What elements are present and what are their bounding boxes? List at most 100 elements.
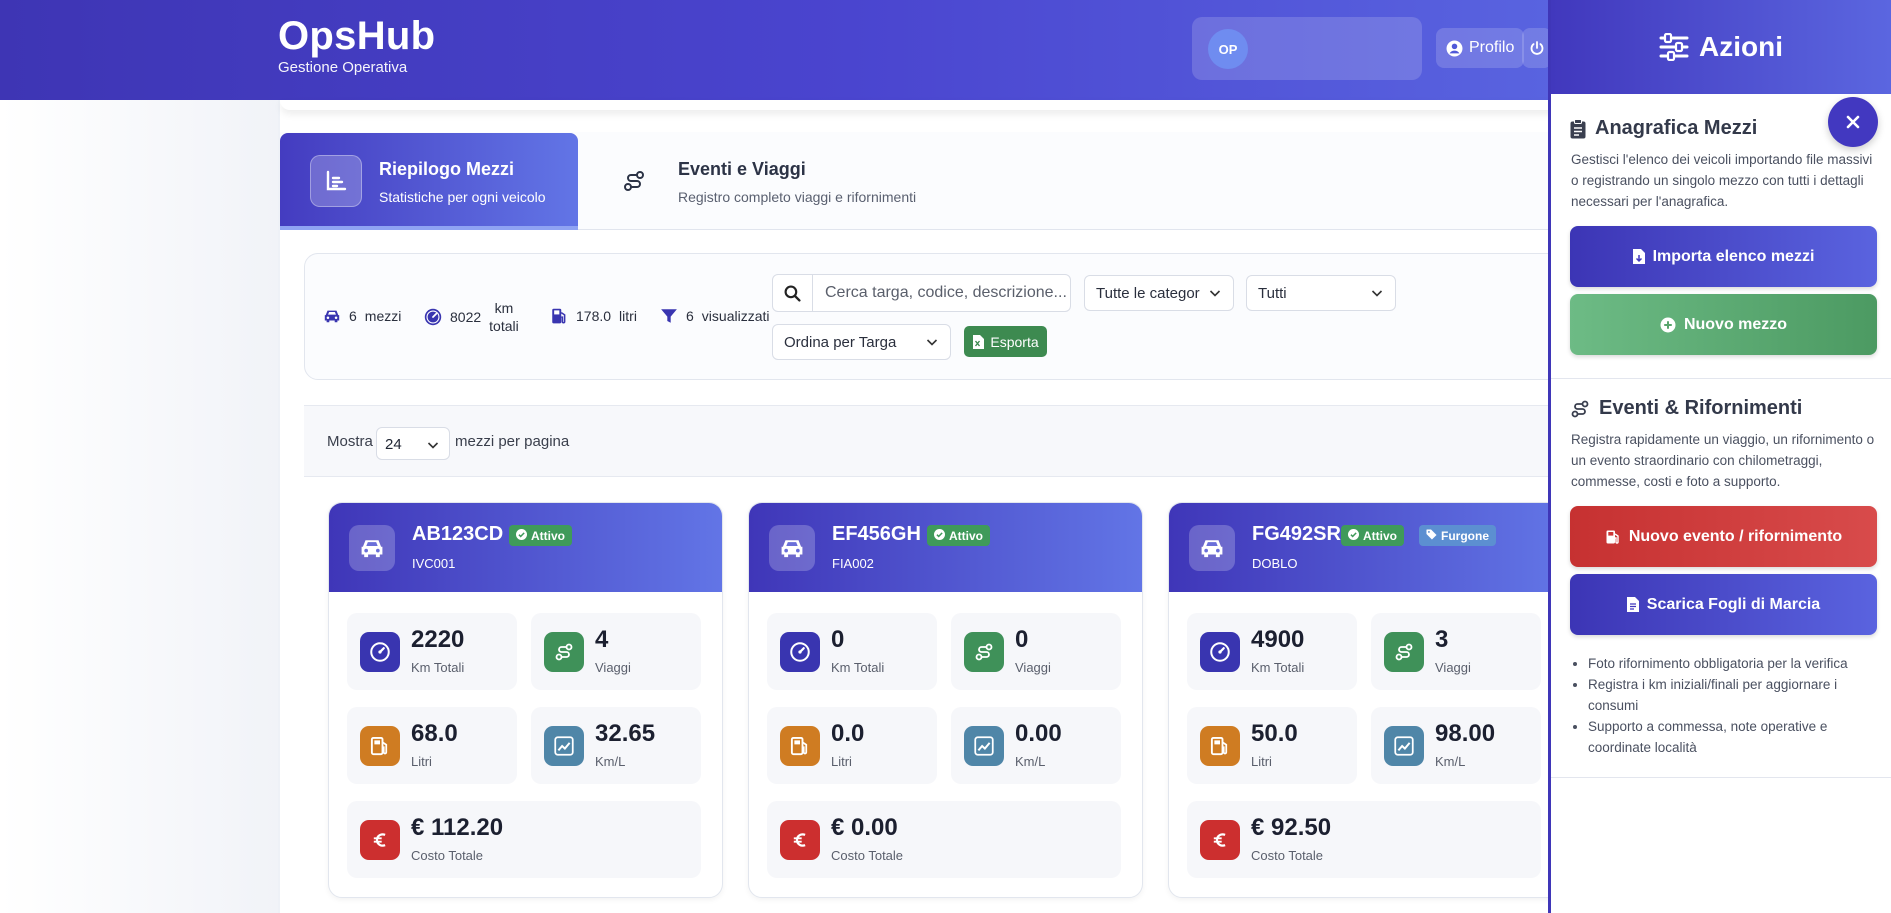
download-sheets-button[interactable]: Scarica Fogli di Marcia (1570, 574, 1877, 635)
tile-trips: 0 Viaggi (951, 613, 1121, 690)
user-box[interactable]: OP (1192, 17, 1422, 80)
stat-km: 8022 km totali (424, 299, 519, 335)
tile-km: 0 Km Totali (767, 613, 937, 690)
stat-label: mezzi (364, 308, 402, 324)
badge-label: Attivo (531, 528, 565, 543)
per-page-value: 24 (385, 436, 402, 453)
tab-riepilogo-mezzi[interactable]: Riepilogo Mezzi Statistiche per ogni vei… (280, 133, 578, 230)
chevron-down-icon (1209, 290, 1221, 297)
stat-value: 6 (686, 308, 694, 324)
section-description: Registra rapidamente un viaggio, un rifo… (1571, 432, 1875, 489)
car-icon (1189, 525, 1235, 571)
status-badge: Attivo (509, 525, 572, 546)
tile-kml: 0.00 Km/L (951, 707, 1121, 784)
tile-cost: € 0.00 Costo Totale (767, 801, 1121, 878)
badge-label: Furgone (1441, 528, 1489, 543)
tile-value: 50.0 (1251, 720, 1298, 747)
import-vehicles-button[interactable]: Importa elenco mezzi (1570, 226, 1877, 287)
badge-label: Attivo (1363, 528, 1397, 543)
stat-liters: 178.0 litri (550, 307, 637, 325)
power-icon (1530, 40, 1544, 55)
tile-caption: Km Totali (831, 660, 885, 675)
category-select[interactable]: Tutte le categor (1084, 275, 1234, 311)
profile-button[interactable]: Profilo (1436, 28, 1525, 68)
category-value: Tutte le categor (1096, 284, 1200, 302)
plus-circle-icon (1660, 317, 1676, 332)
card-header: AB123CD Attivo IVC001 (329, 503, 722, 592)
badge-label: Attivo (949, 528, 983, 543)
vehicle-card[interactable]: AB123CD Attivo IVC001 2220 Km Totali 4 Viaggi 6… (328, 502, 723, 898)
tile-value: 4 (595, 626, 609, 653)
car-icon (349, 525, 395, 571)
new-vehicle-button[interactable]: Nuovo mezzo (1570, 294, 1877, 355)
sidebar-title: Azioni (1699, 31, 1783, 62)
stat-label: litri (619, 308, 637, 324)
tile-caption: Km/L (595, 754, 626, 769)
per-page-label: mezzi per pagina (455, 433, 570, 450)
section-title-anagrafica: Anagrafica Mezzi (1570, 117, 1757, 140)
tile-kml: 32.65 Km/L (531, 707, 701, 784)
tile-liters: 50.0 Litri (1187, 707, 1357, 784)
download-label: Scarica Fogli di Marcia (1646, 595, 1821, 613)
fuel-pump-icon (552, 308, 566, 324)
export-label: Esporta (990, 333, 1039, 350)
excel-file-icon (973, 334, 985, 349)
status-badge: Attivo (1341, 525, 1404, 546)
route-icon (1571, 400, 1589, 417)
route-icon (1384, 632, 1424, 672)
tile-value: 0 (1015, 626, 1029, 653)
tile-caption: Litri (1251, 754, 1272, 769)
route-icon (622, 169, 646, 198)
vehicle-card[interactable]: EF456GH Attivo FIA002 0 Km Totali 0 Viaggi 0.0 L… (748, 502, 1143, 898)
stat-label: visualizzati (701, 308, 770, 324)
tile-caption: Costo Totale (411, 848, 484, 863)
search-field[interactable] (772, 274, 1071, 312)
filter-icon (661, 309, 677, 323)
export-button[interactable]: Esporta (964, 326, 1047, 357)
speedometer-icon (360, 632, 400, 672)
tile-value: 3 (1435, 626, 1449, 653)
tile-caption: Viaggi (1435, 660, 1471, 675)
stat-value: 178.0 (576, 308, 612, 324)
tile-liters: 0.0 Litri (767, 707, 937, 784)
status-badge: Attivo (927, 525, 990, 546)
brand[interactable]: OpsHub Gestione Operativa (278, 14, 435, 76)
check-circle-icon (1348, 528, 1359, 543)
stat-value: 8022 (450, 309, 482, 325)
per-page-select[interactable]: 24 (376, 427, 450, 460)
tag-icon (1426, 528, 1437, 543)
tile-trips: 3 Viaggi (1371, 613, 1541, 690)
vehicle-card[interactable]: FG492SR Attivo Furgone DOBLO 4900 Km Totali 3 V… (1168, 502, 1563, 898)
category-badge: Furgone (1419, 525, 1496, 546)
tile-caption: Km/L (1435, 754, 1466, 769)
profile-label: Profilo (1469, 39, 1515, 56)
status-select[interactable]: Tutti (1246, 275, 1396, 311)
tile-caption: Litri (411, 754, 432, 769)
new-vehicle-label: Nuovo mezzo (1683, 315, 1788, 333)
tile-cost: € 112.20 Costo Totale (347, 801, 701, 878)
tile-caption: Costo Totale (1251, 848, 1324, 863)
search-input[interactable] (813, 275, 1069, 311)
tip-item: Registra i km iniziali/finali per aggior… (1588, 674, 1878, 716)
card-header: FG492SR Attivo Furgone DOBLO (1169, 503, 1562, 592)
tile-value: 32.65 (595, 720, 656, 747)
stat-label: km (494, 300, 514, 316)
chevron-down-icon (1371, 290, 1383, 297)
vehicle-code: IVC001 (412, 556, 456, 571)
check-circle-icon (516, 528, 527, 543)
import-label: Importa elenco mezzi (1652, 247, 1815, 265)
tab-subtitle: Registro completo viaggi e rifornimenti (678, 189, 917, 205)
section-description: Gestisci l'elenco dei veicoli importando… (1571, 152, 1873, 209)
tab-eventi-viaggi[interactable]: Eventi e Viaggi Registro completo viaggi… (580, 133, 1000, 229)
new-event-button[interactable]: Nuovo evento / rifornimento (1570, 506, 1877, 567)
vehicle-code: DOBLO (1252, 556, 1298, 571)
tile-value: 0 (831, 626, 845, 653)
section-title-text: Eventi & Rifornimenti (1599, 397, 1803, 419)
sort-select[interactable]: Ordina per Targa (772, 324, 951, 360)
tile-caption: Km Totali (411, 660, 465, 675)
vehicle-plate: FG492SR (1252, 523, 1341, 545)
vehicle-plate: AB123CD (412, 523, 504, 545)
route-icon (544, 632, 584, 672)
tip-item: Foto rifornimento obbligatoria per la ve… (1588, 653, 1878, 674)
sidebar-close-button[interactable] (1828, 97, 1878, 147)
